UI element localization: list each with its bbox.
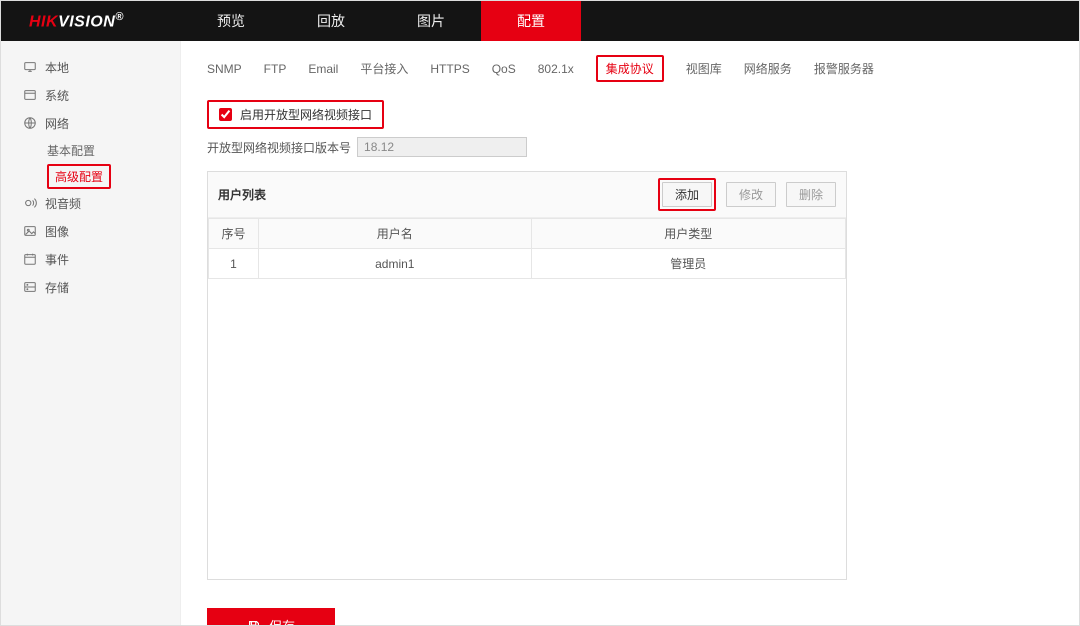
onvif-version-label: 开放型网络视频接口版本号 — [207, 139, 351, 156]
top-nav: 预览 回放 图片 配置 — [181, 1, 581, 41]
subtab-platform[interactable]: 平台接入 — [360, 60, 408, 77]
col-username: 用户名 — [259, 219, 532, 249]
subtab-alarmserver[interactable]: 报警服务器 — [814, 60, 874, 77]
sidebar-sub-advanced-config[interactable]: 高级配置 — [1, 163, 180, 189]
video-audio-icon — [23, 196, 37, 210]
cell-usertype: 管理员 — [531, 249, 845, 279]
sidebar-item-network[interactable]: 网络 — [1, 109, 180, 137]
edit-button[interactable]: 修改 — [726, 182, 776, 207]
sidebar-item-image[interactable]: 图像 — [1, 217, 180, 245]
add-button-highlight: 添加 — [658, 178, 716, 211]
sidebar: 本地 系统 网络 基本配置 高级配置 视音频 图 — [1, 41, 181, 625]
sidebar-item-label: 视音频 — [45, 195, 81, 212]
sidebar-item-event[interactable]: 事件 — [1, 245, 180, 273]
sidebar-item-local[interactable]: 本地 — [1, 53, 180, 81]
col-usertype: 用户类型 — [531, 219, 845, 249]
cell-index: 1 — [209, 249, 259, 279]
enable-onvif-label: 启用开放型网络视频接口 — [240, 106, 372, 123]
subtab-qos[interactable]: QoS — [492, 62, 516, 76]
subtab-viewlib[interactable]: 视图库 — [686, 60, 722, 77]
topnav-preview[interactable]: 预览 — [181, 1, 281, 41]
save-bar: 保存 — [207, 608, 1039, 625]
brand-part2: VISION — [58, 13, 115, 30]
storage-icon — [23, 280, 37, 294]
sidebar-item-label: 存储 — [45, 279, 69, 296]
userlist-panel: 用户列表 添加 修改 删除 序号 用户名 用户类型 1adm — [207, 171, 847, 580]
save-button[interactable]: 保存 — [207, 608, 335, 625]
sidebar-item-label: 系统 — [45, 87, 69, 104]
sidebar-item-label: 本地 — [45, 59, 69, 76]
monitor-icon — [23, 60, 37, 74]
subtab-integration[interactable]: 集成协议 — [596, 55, 664, 82]
brand-part1: HIK — [29, 13, 58, 30]
userlist-table: 序号 用户名 用户类型 1admin1管理员 — [208, 218, 846, 279]
col-index: 序号 — [209, 219, 259, 249]
subtab-ftp[interactable]: FTP — [264, 62, 287, 76]
userlist-header: 用户列表 添加 修改 删除 — [208, 172, 846, 218]
subtab-netservice[interactable]: 网络服务 — [744, 60, 792, 77]
top-bar: HIKVISION® 预览 回放 图片 配置 — [1, 1, 1079, 41]
content-area: SNMP FTP Email 平台接入 HTTPS QoS 802.1x 集成协… — [181, 41, 1079, 625]
brand-logo: HIKVISION® — [1, 11, 181, 31]
subtab-https[interactable]: HTTPS — [430, 62, 469, 76]
save-button-label: 保存 — [269, 616, 295, 625]
sidebar-item-label: 事件 — [45, 251, 69, 268]
delete-button[interactable]: 删除 — [786, 182, 836, 207]
onvif-version-row: 开放型网络视频接口版本号 — [207, 137, 1039, 157]
enable-onvif-row: 启用开放型网络视频接口 — [207, 100, 384, 129]
userlist-empty-area — [208, 279, 846, 579]
onvif-version-field — [357, 137, 527, 157]
topnav-picture[interactable]: 图片 — [381, 1, 481, 41]
topnav-config[interactable]: 配置 — [481, 1, 581, 41]
userlist-title: 用户列表 — [218, 186, 266, 203]
system-icon — [23, 88, 37, 102]
sidebar-sub-advanced-label: 高级配置 — [47, 164, 111, 189]
subtab-email[interactable]: Email — [308, 62, 338, 76]
topnav-playback[interactable]: 回放 — [281, 1, 381, 41]
sidebar-sub-basic-config[interactable]: 基本配置 — [1, 137, 180, 163]
userlist-actions: 添加 修改 删除 — [658, 178, 836, 211]
subtab-bar: SNMP FTP Email 平台接入 HTTPS QoS 802.1x 集成协… — [207, 55, 1039, 82]
sidebar-item-label: 图像 — [45, 223, 69, 240]
brand-registered: ® — [115, 11, 124, 23]
table-row[interactable]: 1admin1管理员 — [209, 249, 846, 279]
calendar-icon — [23, 252, 37, 266]
sidebar-item-label: 网络 — [45, 115, 69, 132]
save-icon — [247, 619, 261, 626]
add-button[interactable]: 添加 — [662, 182, 712, 207]
sidebar-item-video-audio[interactable]: 视音频 — [1, 189, 180, 217]
globe-icon — [23, 116, 37, 130]
subtab-dot1x[interactable]: 802.1x — [538, 62, 574, 76]
subtab-snmp[interactable]: SNMP — [207, 62, 242, 76]
sidebar-item-storage[interactable]: 存储 — [1, 273, 180, 301]
enable-onvif-checkbox[interactable] — [219, 108, 232, 121]
sidebar-item-system[interactable]: 系统 — [1, 81, 180, 109]
image-icon — [23, 224, 37, 238]
cell-username: admin1 — [259, 249, 532, 279]
